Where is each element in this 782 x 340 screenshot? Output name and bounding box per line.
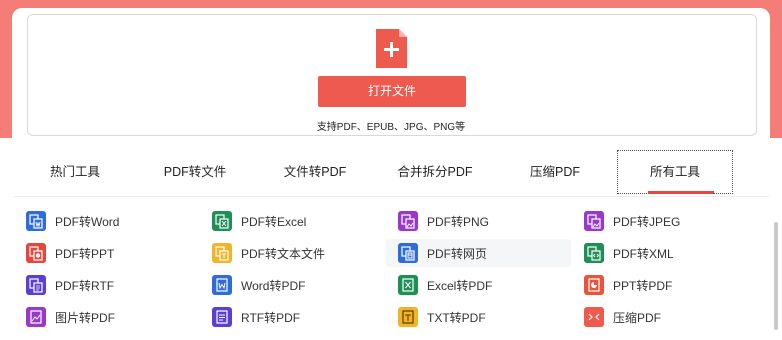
- ppt-to-pdf-icon: [584, 275, 604, 295]
- pdf-to-ppt-icon: [26, 243, 46, 263]
- pdf-to-word-icon: [26, 211, 46, 231]
- tool-label: 压缩PDF: [613, 310, 662, 325]
- tool-txt-to-pdf[interactable]: TXT转PDF: [386, 303, 571, 331]
- tool-label: RTF转PDF: [241, 310, 301, 325]
- tool-pdf-to-word[interactable]: PDF转Word: [14, 207, 199, 235]
- excel-to-pdf-icon: [398, 275, 418, 295]
- tool-label: Word转PDF: [241, 278, 306, 293]
- tab-merge-split-pdf[interactable]: 合并拆分PDF: [386, 150, 484, 194]
- tool-pdf-to-ppt[interactable]: PDF转PPT: [14, 239, 199, 267]
- tool-label: PPT转PDF: [613, 278, 673, 293]
- tool-compress-pdf[interactable]: 压缩PDF: [572, 303, 757, 331]
- tool-label: PDF转JPEG: [613, 214, 681, 229]
- tool-word-to-pdf[interactable]: Word转PDF: [200, 271, 385, 299]
- tab-compress-pdf[interactable]: 压缩PDF: [506, 150, 604, 194]
- pdf-to-png-icon: [398, 211, 418, 231]
- tool-label: TXT转PDF: [427, 310, 486, 325]
- rtf-to-pdf-icon: [212, 307, 232, 327]
- tool-category-tabs: 热门工具 PDF转文件 文件转PDF 合并拆分PDF 压缩PDF 所有工具: [0, 150, 782, 194]
- file-plus-icon[interactable]: [376, 29, 407, 68]
- tool-excel-to-pdf[interactable]: Excel转PDF: [386, 271, 571, 299]
- tool-pdf-to-rtf[interactable]: PDF转RTF: [14, 271, 199, 299]
- txt-to-pdf-icon: [398, 307, 418, 327]
- pdf-to-rtf-icon: [26, 275, 46, 295]
- pdf-to-text-icon: [212, 243, 232, 263]
- tool-label: PDF转XML: [613, 246, 674, 261]
- supported-formats-text: 支持PDF、EPUB、JPG、PNG等: [316, 122, 466, 133]
- tool-label: PDF转文本文件: [241, 246, 326, 261]
- tool-pdf-to-png[interactable]: PDF转PNG: [386, 207, 571, 235]
- tool-label: Excel转PDF: [427, 278, 493, 293]
- tab-file-to-pdf[interactable]: 文件转PDF: [266, 150, 364, 194]
- tool-pdf-to-html[interactable]: PDF转网页: [386, 239, 571, 267]
- tool-pdf-to-jpeg[interactable]: PDF转JPEG: [572, 207, 757, 235]
- tool-label: PDF转PPT: [55, 246, 115, 261]
- tool-image-to-pdf[interactable]: 图片转PDF: [14, 303, 199, 331]
- pdf-to-jpeg-icon: [584, 211, 604, 231]
- image-to-pdf-icon: [26, 307, 46, 327]
- active-tab-indicator: [648, 191, 714, 194]
- tool-label: PDF转Excel: [241, 214, 307, 229]
- tool-ppt-to-pdf[interactable]: PPT转PDF: [572, 271, 757, 299]
- tool-pdf-to-xml[interactable]: PDF转XML: [572, 239, 757, 267]
- tab-hot-tools[interactable]: 热门工具: [28, 150, 122, 194]
- tab-pdf-to-file[interactable]: PDF转文件: [146, 150, 244, 194]
- tab-all-tools[interactable]: 所有工具: [617, 150, 733, 194]
- tool-rtf-to-pdf[interactable]: RTF转PDF: [200, 303, 385, 331]
- tool-label: 图片转PDF: [55, 310, 116, 325]
- tool-label: PDF转PNG: [427, 214, 490, 229]
- tool-label: PDF转网页: [427, 246, 488, 261]
- pdf-to-html-icon: [398, 243, 418, 263]
- word-to-pdf-icon: [212, 275, 232, 295]
- tool-pdf-to-text[interactable]: PDF转文本文件: [200, 239, 385, 267]
- pdf-to-excel-icon: [212, 211, 232, 231]
- tool-label: PDF转Word: [55, 214, 120, 229]
- pdf-to-xml-icon: [584, 243, 604, 263]
- tools-scrollbar[interactable]: [774, 222, 778, 330]
- tabs-divider: [14, 196, 769, 197]
- tool-pdf-to-excel[interactable]: PDF转Excel: [200, 207, 385, 235]
- tool-label: PDF转RTF: [55, 278, 115, 293]
- open-file-button[interactable]: 打开文件: [318, 76, 466, 107]
- compress-pdf-icon: [584, 307, 604, 327]
